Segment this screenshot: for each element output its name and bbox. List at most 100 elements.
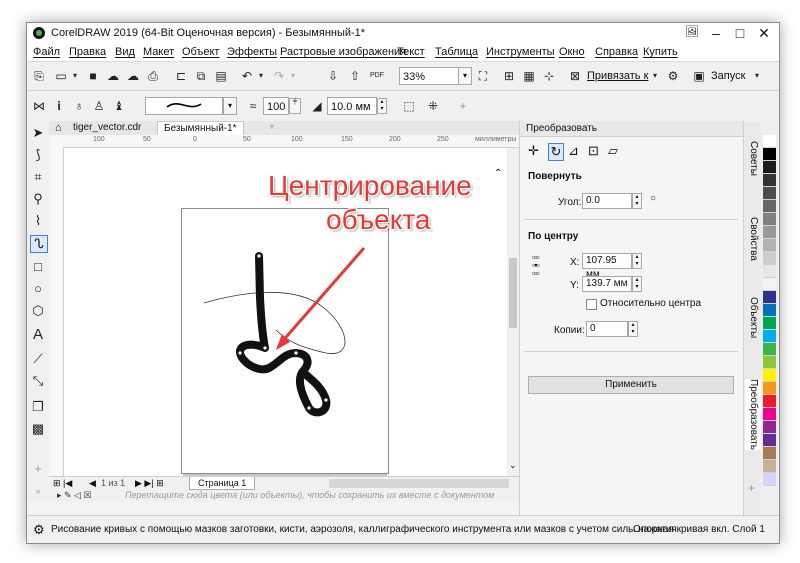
tab-untitled[interactable]: Безымянный-1* <box>157 121 244 136</box>
snap-dropdown-icon[interactable]: ▾ <box>647 68 663 84</box>
color-swatch[interactable] <box>763 226 776 239</box>
mirror-horizontal-icon[interactable]: ⋈ <box>31 98 47 114</box>
crop-tool-icon[interactable]: ⌗ <box>30 169 46 185</box>
rotate-mode-icon[interactable]: ↻ <box>548 143 564 161</box>
print-icon[interactable]: ⎙ <box>145 68 161 84</box>
x-position-input[interactable]: 107.95 мм <box>582 253 632 280</box>
color-swatch[interactable] <box>763 460 776 473</box>
cloud-upload-icon[interactable]: ☁ <box>125 68 141 84</box>
color-swatch[interactable] <box>763 356 776 369</box>
color-swatch[interactable] <box>763 135 776 148</box>
vertical-ruler[interactable] <box>49 147 64 477</box>
scale-mirror-mode-icon[interactable]: ⊿ <box>568 143 579 159</box>
zoom-dropdown-icon[interactable]: ▾ <box>458 67 472 85</box>
x-spinner[interactable]: ▴ ▾ <box>632 253 642 269</box>
color-swatch[interactable] <box>763 304 776 317</box>
color-swatch[interactable] <box>763 213 776 226</box>
export-file-icon[interactable]: ⇧ <box>347 68 363 84</box>
vertical-scrollbar[interactable]: ⌄ <box>507 148 519 476</box>
relative-center-checkbox[interactable] <box>586 299 597 310</box>
open-dropdown-icon[interactable]: ▾ <box>67 68 83 84</box>
smoothing-field[interactable]: 100 <box>263 97 289 115</box>
color-swatch[interactable] <box>763 291 776 304</box>
publish-pdf-icon[interactable]: PDF <box>369 68 385 84</box>
sprayer-tool-icon[interactable]: ♙ <box>91 98 107 114</box>
color-swatch[interactable] <box>763 369 776 382</box>
menu-help[interactable]: Справка <box>595 46 638 58</box>
show-grid-icon[interactable]: ▦ <box>521 68 537 84</box>
color-swatch[interactable] <box>763 473 776 486</box>
transparency-tool-icon[interactable]: ▩ <box>30 421 46 437</box>
fill-indicator-icon[interactable]: ▸ ✎ ◁ ☒ <box>57 490 92 501</box>
smoothing-slider-button[interactable]: ╪ <box>289 98 301 114</box>
page-tab[interactable]: Страница 1 <box>189 477 256 490</box>
drawing-canvas[interactable]: Центрирование объекта ⌃ <box>64 148 507 476</box>
tab-tiger-vector[interactable]: tiger_vector.cdr <box>67 121 147 135</box>
snap-to-button[interactable]: Привязать к <box>587 70 648 82</box>
copy-icon[interactable]: ⧉ <box>193 68 209 84</box>
horizontal-ruler[interactable]: 100 50 0 50 100 150 200 250 миллиметры <box>63 135 519 148</box>
import-icon[interactable]: ⊏ <box>173 68 189 84</box>
thick-brush-stroke[interactable] <box>236 252 331 417</box>
menu-effects[interactable]: Эффекты <box>227 46 277 58</box>
add-toolbar-item-icon[interactable]: + <box>455 98 471 114</box>
copies-spinner[interactable]: ▴ ▾ <box>628 321 638 337</box>
toolbox-expand-icon[interactable]: » <box>30 483 46 499</box>
bounding-box-icon[interactable]: ⬚ <box>401 98 417 114</box>
tab-properties[interactable]: Свойства <box>745 217 761 261</box>
y-spinner[interactable]: ▴ ▾ <box>632 276 642 292</box>
import-file-icon[interactable]: ⇩ <box>325 68 341 84</box>
maximize-button[interactable]: □ <box>727 23 753 43</box>
zoom-tool-icon[interactable]: ⚲ <box>30 191 46 207</box>
menu-view[interactable]: Вид <box>115 46 135 58</box>
color-swatch[interactable] <box>763 148 776 161</box>
parallel-dimension-tool-icon[interactable]: ⟋ <box>30 351 46 367</box>
show-guides-icon[interactable]: ⊹ <box>541 68 557 84</box>
launch-button[interactable]: Запуск <box>711 70 745 82</box>
cloud-download-icon[interactable]: ☁ <box>105 68 121 84</box>
add-docker-icon[interactable]: + <box>748 481 755 495</box>
add-tool-icon[interactable]: + <box>30 461 46 477</box>
skew-mode-icon[interactable]: ▱ <box>608 143 618 159</box>
tab-transform[interactable]: Преобразовать <box>745 379 761 450</box>
home-icon[interactable]: ⌂ <box>49 121 68 135</box>
menu-window[interactable]: Окно <box>559 46 585 58</box>
menu-bitmaps[interactable]: Растровые изображения <box>280 46 406 58</box>
angle-spinner[interactable]: ▴ ▾ <box>632 193 642 209</box>
connector-tool-icon[interactable]: ⤡ <box>30 373 46 389</box>
color-swatch[interactable] <box>763 408 776 421</box>
outline-width-field[interactable]: 10.0 мм <box>327 97 377 115</box>
color-swatch[interactable] <box>763 161 776 174</box>
color-swatch[interactable] <box>763 421 776 434</box>
minimize-button[interactable]: ‒ <box>703 23 729 43</box>
shape-tool-icon[interactable]: ⟆ <box>30 147 46 163</box>
full-screen-icon[interactable]: ⛶ <box>475 68 491 84</box>
apply-button[interactable]: Применить <box>528 376 734 394</box>
menu-file[interactable]: Файл <box>33 46 60 58</box>
options-gear-icon[interactable]: ⚙ <box>665 68 681 84</box>
stroke-preset-field[interactable] <box>145 97 223 115</box>
pick-tool-icon[interactable]: ➤ <box>30 125 46 141</box>
color-swatch[interactable] <box>763 434 776 447</box>
freehand-tool-icon[interactable]: ⌇ <box>30 213 46 229</box>
menu-buy[interactable]: Купить <box>643 46 678 58</box>
drop-shadow-tool-icon[interactable]: ❐ <box>30 399 46 415</box>
node-handle[interactable] <box>306 405 312 411</box>
stroke-preset-dropdown-icon[interactable]: ▾ <box>223 97 237 115</box>
copies-input[interactable]: 0 <box>586 321 628 337</box>
outline-width-spinner[interactable]: ▴ ▾ <box>377 98 387 114</box>
polygon-tool-icon[interactable]: ⬡ <box>30 303 46 319</box>
node-handle[interactable] <box>256 253 262 259</box>
node-handle[interactable] <box>262 345 268 351</box>
calligraphic-tool-icon[interactable]: ♝ <box>111 98 127 114</box>
scroll-up-icon[interactable]: ⌃ <box>494 168 502 179</box>
brush-tool-icon[interactable]: ♁ <box>71 98 87 114</box>
menu-edit[interactable]: Правка <box>69 46 106 58</box>
color-swatch[interactable] <box>763 317 776 330</box>
ellipse-tool-icon[interactable]: ○ <box>30 281 46 297</box>
redo-dropdown-icon[interactable]: ▾ <box>285 68 301 84</box>
new-document-icon[interactable]: ⎘ <box>31 68 47 84</box>
color-swatch[interactable] <box>763 174 776 187</box>
anchor-grid-icon[interactable]: ▫▫▫ ▫▪▫ ▫▫▫ <box>532 253 556 278</box>
menu-text[interactable]: Текст <box>397 46 425 58</box>
